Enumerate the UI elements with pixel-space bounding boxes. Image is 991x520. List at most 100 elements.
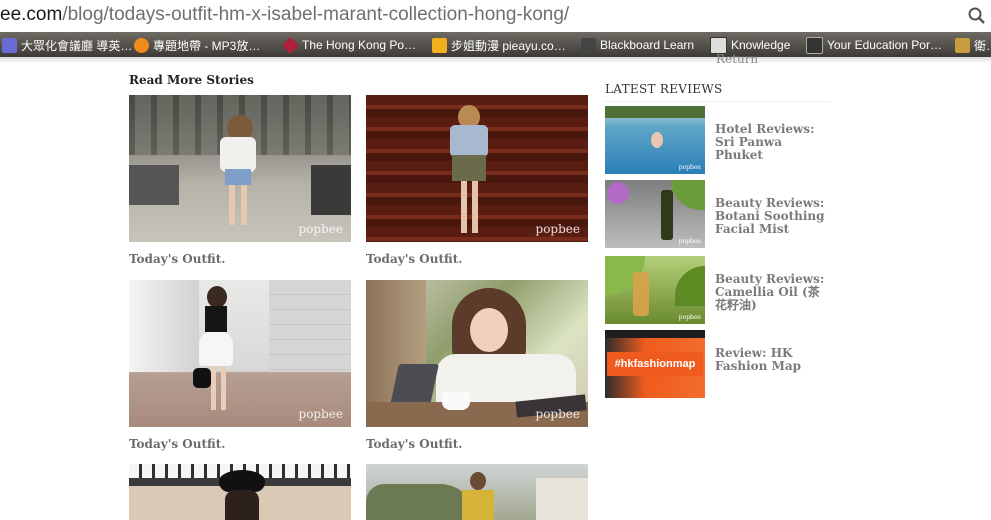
bookmark-item[interactable]: 專題地帶 - MP3放… — [134, 36, 260, 54]
story-thumbnail[interactable] — [129, 464, 351, 520]
building-shape — [536, 478, 588, 520]
review-thumbnail[interactable]: popbee — [605, 106, 705, 174]
bookmark-item[interactable]: 步姐動漫 pieayu.co… — [432, 36, 566, 54]
review-title[interactable]: Beauty Reviews: Botani Soothing Facial M… — [715, 197, 830, 236]
read-more-title: Read More Stories — [129, 73, 254, 87]
person-shape — [199, 332, 233, 366]
person-shape — [220, 137, 256, 172]
story-card[interactable] — [366, 464, 588, 520]
leaf-shape — [671, 180, 705, 210]
review-item[interactable]: popbee Beauty Reviews: Botani Soothing F… — [605, 180, 830, 248]
search-icon[interactable] — [967, 6, 987, 26]
bookmark-label: Blackboard Learn — [600, 38, 695, 52]
review-thumbnail[interactable]: #hkfashionmap — [605, 330, 705, 398]
story-caption[interactable]: Today's Outfit. — [366, 252, 588, 266]
planter-shape — [129, 165, 179, 205]
story-card[interactable]: popbee Today's Outfit. — [129, 95, 351, 266]
story-caption[interactable]: Today's Outfit. — [129, 437, 351, 451]
url-host: ee.com — [0, 4, 63, 25]
bookmark-icon — [282, 36, 299, 54]
return-link[interactable]: Return — [716, 52, 758, 66]
review-item[interactable]: popbee Beauty Reviews: Camellia Oil (茶花籽… — [605, 256, 830, 324]
person-shape — [470, 472, 486, 490]
watermark: popbee — [535, 407, 580, 421]
story-caption[interactable]: Today's Outfit. — [129, 252, 351, 266]
person-shape — [470, 308, 508, 352]
latest-reviews-title: LATEST REVIEWS — [605, 82, 723, 96]
bookmark-item[interactable]: Your Education Por… — [806, 36, 942, 54]
watermark: popbee — [678, 238, 701, 245]
bookmark-icon — [134, 37, 149, 53]
bookmark-icon — [432, 37, 447, 53]
cup-shape — [442, 392, 470, 410]
story-card[interactable]: popbee Today's Outfit. — [129, 280, 351, 451]
tree-shape — [605, 106, 705, 118]
wall-shape — [269, 280, 351, 372]
person-shape — [450, 125, 488, 157]
watermark: popbee — [535, 222, 580, 236]
watermark: popbee — [678, 164, 701, 171]
bookmark-item[interactable]: 衛… — [955, 36, 991, 54]
story-thumbnail[interactable]: popbee — [366, 95, 588, 242]
review-title[interactable]: Hotel Reviews: Sri Panwa Phuket — [715, 123, 830, 162]
watermark: popbee — [298, 407, 343, 421]
bookmark-icon — [710, 36, 727, 54]
person-shape — [221, 366, 226, 410]
bookmark-label: 步姐動漫 pieayu.co… — [451, 38, 566, 53]
story-caption[interactable]: Today's Outfit. — [366, 437, 588, 451]
leaf-shape — [675, 266, 705, 306]
person-shape — [211, 366, 216, 410]
watermark: popbee — [298, 222, 343, 236]
story-thumbnail[interactable]: popbee — [129, 280, 351, 427]
bookmark-label: Your Education Por… — [827, 38, 942, 52]
review-title[interactable]: Beauty Reviews: Camellia Oil (茶花籽油) — [715, 273, 830, 312]
review-item[interactable]: #hkfashionmap Review: HK Fashion Map — [605, 330, 830, 398]
url-text[interactable]: ee.com/blog/todays-outfit-hm-x-isabel-ma… — [0, 4, 569, 26]
person-shape — [241, 185, 247, 225]
story-thumbnail[interactable]: popbee — [366, 280, 588, 427]
person-shape — [462, 490, 494, 520]
story-card[interactable]: popbee Today's Outfit. — [366, 95, 588, 266]
person-shape — [452, 155, 486, 181]
hkfashionmap-label: #hkfashionmap — [607, 352, 703, 376]
bookmark-item[interactable]: The Hong Kong Po… — [282, 36, 417, 54]
bookmark-label: 專題地帶 - MP3放… — [153, 38, 261, 53]
bookmark-item[interactable]: 大眾化會議廳 導英… — [2, 36, 132, 54]
address-bar[interactable]: ee.com/blog/todays-outfit-hm-x-isabel-ma… — [0, 0, 991, 33]
bottle-shape — [661, 190, 673, 240]
person-shape — [651, 132, 663, 148]
header-strip — [605, 330, 705, 338]
review-thumbnail[interactable]: popbee — [605, 256, 705, 324]
bottle-shape — [633, 272, 649, 316]
person-shape — [461, 181, 467, 233]
divider — [605, 101, 830, 102]
bookmark-label: 大眾化會議廳 導英… — [21, 38, 133, 53]
story-thumbnail[interactable] — [366, 464, 588, 520]
story-card[interactable] — [129, 464, 351, 520]
watermark: popbee — [678, 314, 701, 321]
bookmark-icon — [955, 37, 970, 53]
bookmarks-bar: 大眾化會議廳 導英… 專題地帶 - MP3放… The Hong Kong Po… — [0, 32, 991, 57]
person-shape — [229, 185, 235, 225]
person-shape — [207, 286, 227, 308]
story-card[interactable]: popbee Today's Outfit. — [366, 280, 588, 451]
bookmark-label: Knowledge — [731, 38, 791, 52]
bookmark-label: The Hong Kong Po… — [302, 38, 417, 52]
bookmark-item[interactable]: Blackboard Learn — [581, 36, 694, 54]
bag-shape — [193, 368, 211, 388]
flower-shape — [607, 182, 629, 204]
bookmark-icon — [806, 36, 823, 54]
tree-shape — [366, 484, 476, 520]
person-shape — [225, 490, 259, 520]
hat-shape — [219, 470, 265, 492]
review-title[interactable]: Review: HK Fashion Map — [715, 347, 830, 373]
person-shape — [205, 306, 227, 332]
url-path: /blog/todays-outfit-hm-x-isabel-marant-c… — [62, 4, 570, 25]
person-shape — [225, 169, 251, 185]
bookmark-label: 衛… — [974, 38, 991, 53]
toolbar-shadow — [0, 57, 991, 63]
review-thumbnail[interactable]: popbee — [605, 180, 705, 248]
person-shape — [472, 181, 478, 233]
review-item[interactable]: popbee Hotel Reviews: Sri Panwa Phuket — [605, 106, 830, 174]
story-thumbnail[interactable]: popbee — [129, 95, 351, 242]
